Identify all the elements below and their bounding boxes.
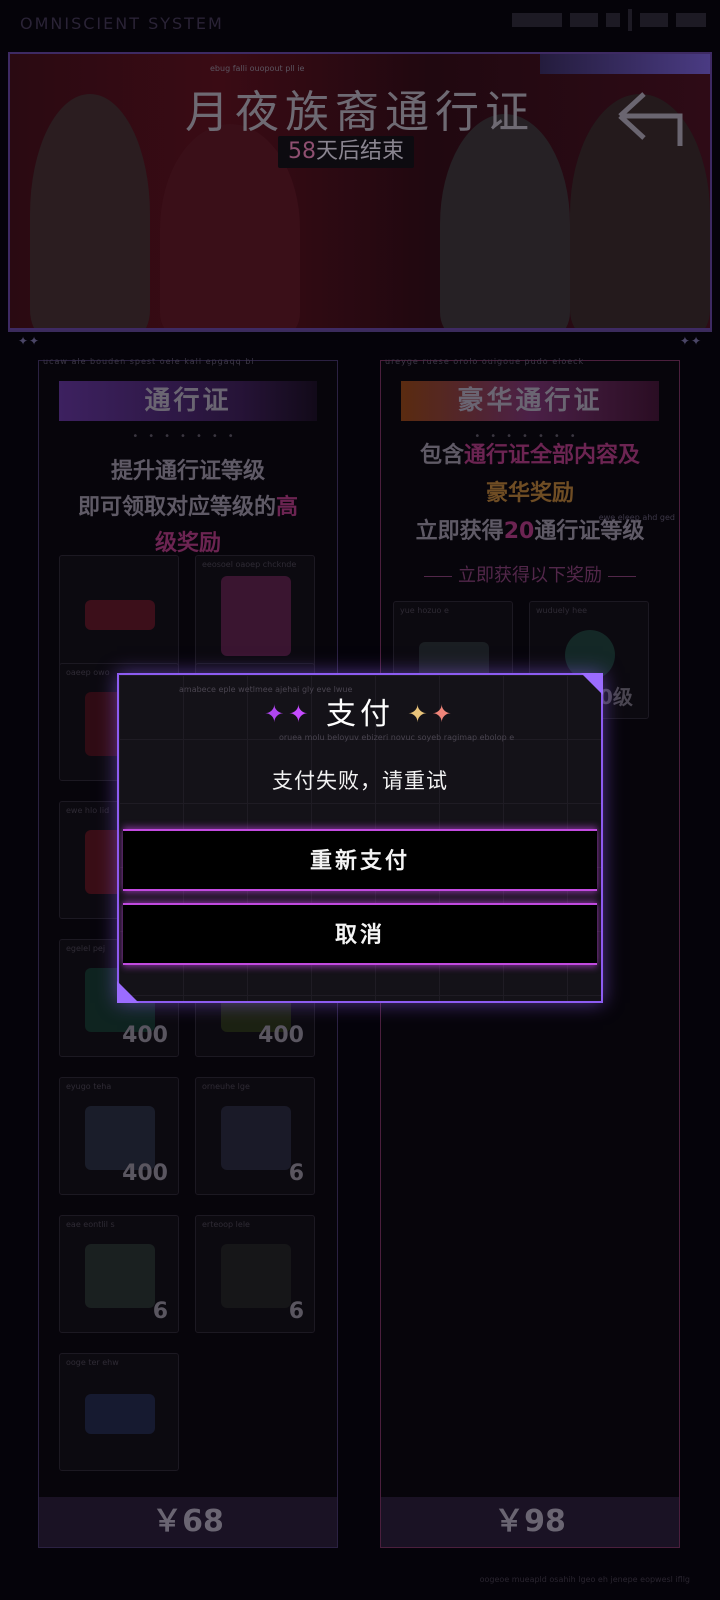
sparkle-icon: ✦ — [431, 700, 456, 728]
sparkle-icon: ✦ — [407, 700, 432, 728]
cancel-button[interactable]: 取消 — [123, 903, 597, 965]
corner-accent — [117, 981, 139, 1003]
sparkle-icon: ✦ — [264, 700, 289, 728]
dialog-title-row: ✦✦ 支付 ✦✦ — [119, 689, 601, 733]
dialog-tiny-text-2: oruea molu beloyuv ebizeri novuc soyeb r… — [279, 733, 515, 742]
retry-payment-button[interactable]: 重新支付 — [123, 829, 597, 891]
dialog-message: 支付失败，请重试 — [272, 769, 448, 793]
battle-pass-screen: OMNISCIENT SYSTEM ebug falli ouopout pll… — [0, 0, 720, 1600]
payment-dialog: amabece eple wetlmee ajehai gly eve lwue… — [117, 673, 603, 1003]
dialog-title: 支付 — [326, 697, 394, 732]
sparkle-icon: ✦ — [288, 700, 313, 728]
